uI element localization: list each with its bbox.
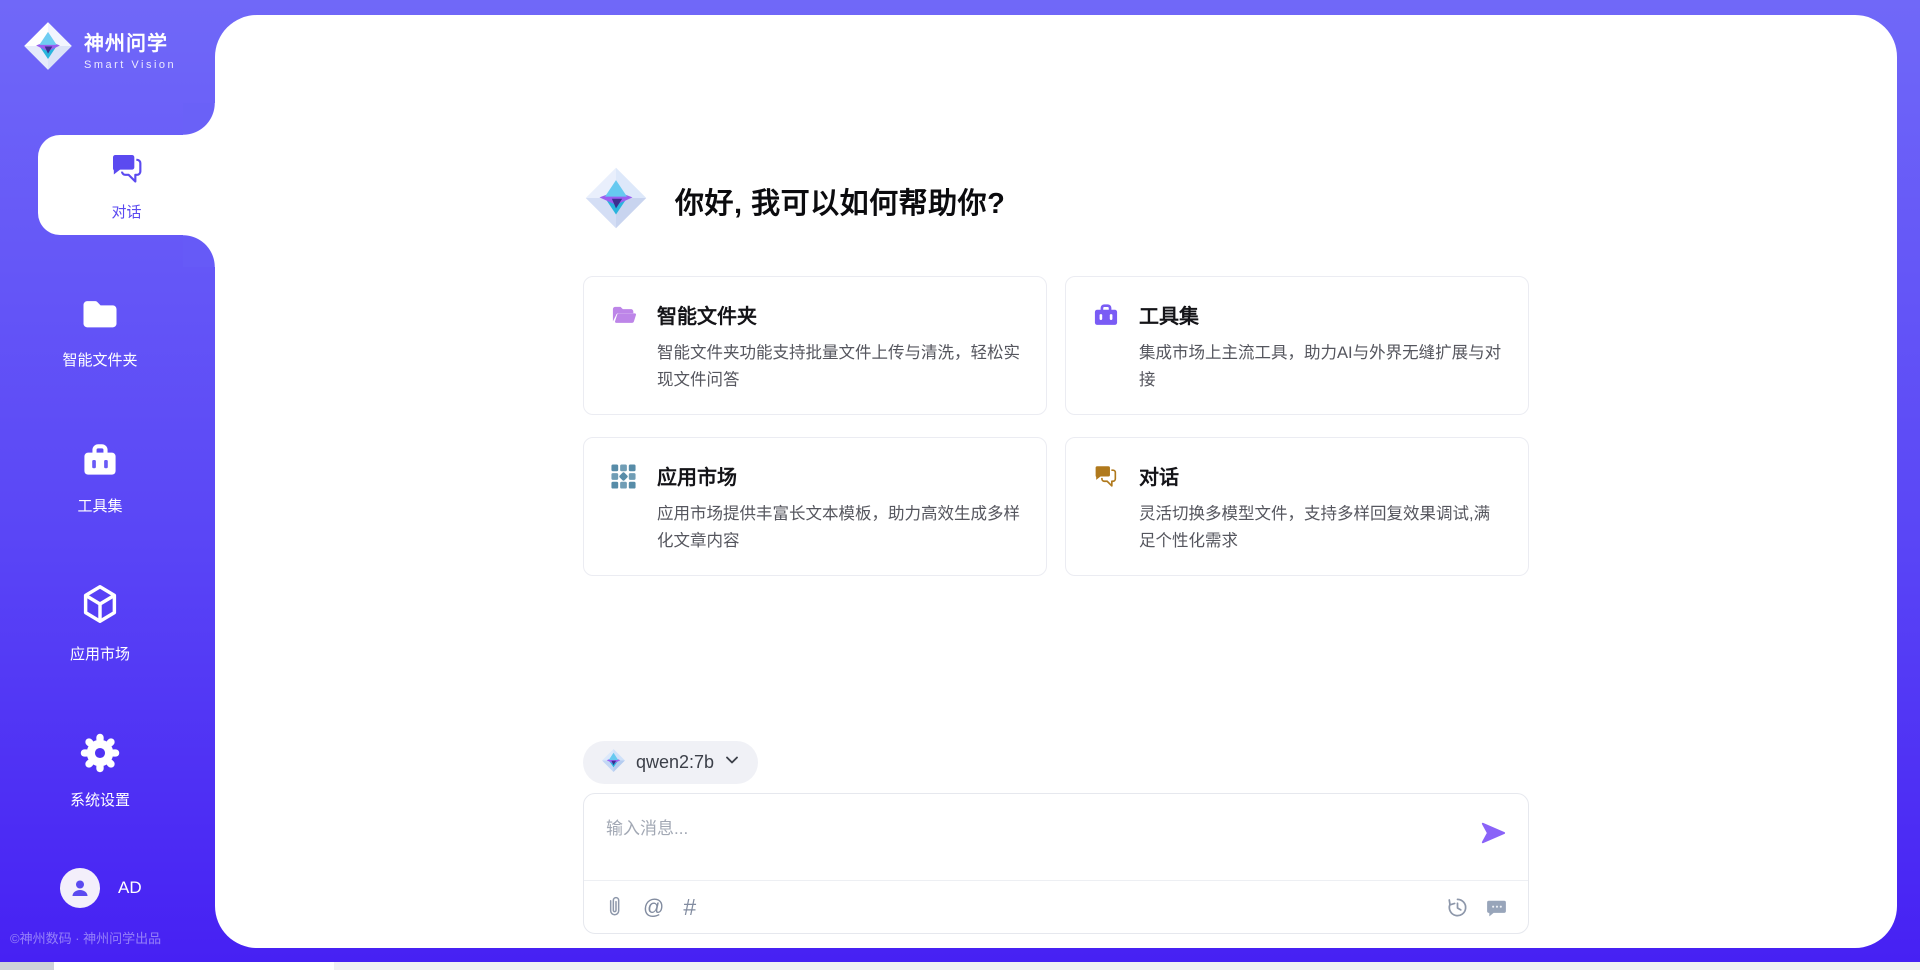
card-description: 智能文件夹功能支持批量文件上传与清洗，轻松实现文件问答 — [657, 340, 1022, 394]
paperclip-icon — [604, 895, 624, 919]
sidebar-item-label: 对话 — [111, 201, 141, 222]
main-panel: 你好, 我可以如何帮助你? 智能文件夹 智能文件夹功能支持批量文件上传与清洗，轻… — [215, 15, 1897, 948]
brand: 神州问学 Smart Vision — [22, 20, 176, 77]
sidebar: 神州问学 Smart Vision 对话 智能文件夹 — [0, 0, 215, 970]
avatar — [60, 868, 100, 908]
attachment-button[interactable] — [604, 895, 624, 919]
model-logo-diamond-icon — [601, 748, 626, 778]
chat-bubble-icon — [1485, 896, 1508, 919]
tab-curve-top — [183, 103, 215, 135]
card-description: 应用市场提供丰富长文本模板，助力高效生成多样化文章内容 — [657, 501, 1022, 555]
card-description: 集成市场上主流工具，助力AI与外界无缝扩展与对接 — [1139, 340, 1504, 394]
topic-button[interactable]: # — [683, 896, 696, 919]
card-chat[interactable]: 对话 灵活切换多模型文件，支持多样回复效果调试,满足个性化需求 — [1065, 437, 1529, 576]
gear-icon — [78, 731, 122, 780]
folder-icon — [78, 293, 122, 340]
horizontal-scrollbar[interactable] — [0, 962, 1920, 970]
scrollbar-segment — [0, 962, 54, 970]
sidebar-item-label: 系统设置 — [70, 789, 130, 810]
card-app-market[interactable]: 应用市场 应用市场提供丰富长文本模板，助力高效生成多样化文章内容 — [583, 437, 1047, 576]
folder-open-icon — [610, 300, 638, 394]
hash-icon: # — [683, 896, 696, 919]
chevron-down-icon — [724, 752, 740, 773]
chat-icon — [107, 149, 147, 194]
sidebar-item-toolset[interactable]: 工具集 — [30, 439, 170, 516]
greeting-title: 你好, 我可以如何帮助你? — [675, 180, 1005, 222]
toolbox-icon — [78, 439, 122, 486]
assistant-logo-diamond-icon — [583, 165, 649, 236]
history-icon — [1446, 896, 1469, 919]
feature-cards: 智能文件夹 智能文件夹功能支持批量文件上传与清洗，轻松实现文件问答 工具集 集成… — [583, 276, 1529, 576]
send-button[interactable] — [1478, 818, 1508, 848]
card-title: 智能文件夹 — [657, 300, 1022, 329]
model-name: qwen2:7b — [636, 752, 714, 773]
app-title: 神州问学 — [84, 27, 176, 56]
feedback-button[interactable] — [1485, 896, 1508, 919]
message-input[interactable] — [584, 794, 1528, 880]
sidebar-item-label: 工具集 — [77, 495, 122, 516]
user-name: AD — [118, 878, 142, 898]
app-subtitle: Smart Vision — [84, 59, 176, 71]
sidebar-item-smart-folder[interactable]: 智能文件夹 — [30, 293, 170, 370]
sidebar-item-chat[interactable]: 对话 — [38, 135, 215, 235]
card-title: 应用市场 — [657, 461, 1022, 490]
message-composer: @ # — [583, 793, 1529, 934]
user-profile[interactable]: AD — [60, 868, 142, 908]
at-icon: @ — [643, 897, 664, 918]
toolbox-icon — [1092, 300, 1120, 394]
sidebar-item-label: 智能文件夹 — [62, 349, 137, 370]
grid-icon — [610, 461, 638, 555]
card-smart-folder[interactable]: 智能文件夹 智能文件夹功能支持批量文件上传与清洗，轻松实现文件问答 — [583, 276, 1047, 415]
greeting: 你好, 我可以如何帮助你? — [583, 165, 1529, 236]
tab-curve-bottom — [183, 235, 215, 267]
copyright-text: ©神州数码 · 神州问学出品 — [10, 928, 161, 947]
cube-icon — [77, 581, 123, 634]
app-logo-diamond-icon — [22, 20, 74, 77]
card-description: 灵活切换多模型文件，支持多样回复效果调试,满足个性化需求 — [1139, 501, 1504, 555]
sidebar-item-label: 应用市场 — [70, 643, 130, 664]
sidebar-item-app-market[interactable]: 应用市场 — [30, 581, 170, 664]
model-selector[interactable]: qwen2:7b — [583, 741, 758, 784]
history-button[interactable] — [1446, 896, 1469, 919]
scrollbar-thumb[interactable] — [54, 962, 334, 970]
mention-button[interactable]: @ — [643, 897, 664, 918]
sidebar-item-settings[interactable]: 系统设置 — [30, 731, 170, 810]
card-toolset[interactable]: 工具集 集成市场上主流工具，助力AI与外界无缝扩展与对接 — [1065, 276, 1529, 415]
chat-icon — [1092, 461, 1120, 555]
card-title: 工具集 — [1139, 300, 1504, 329]
card-title: 对话 — [1139, 461, 1504, 490]
